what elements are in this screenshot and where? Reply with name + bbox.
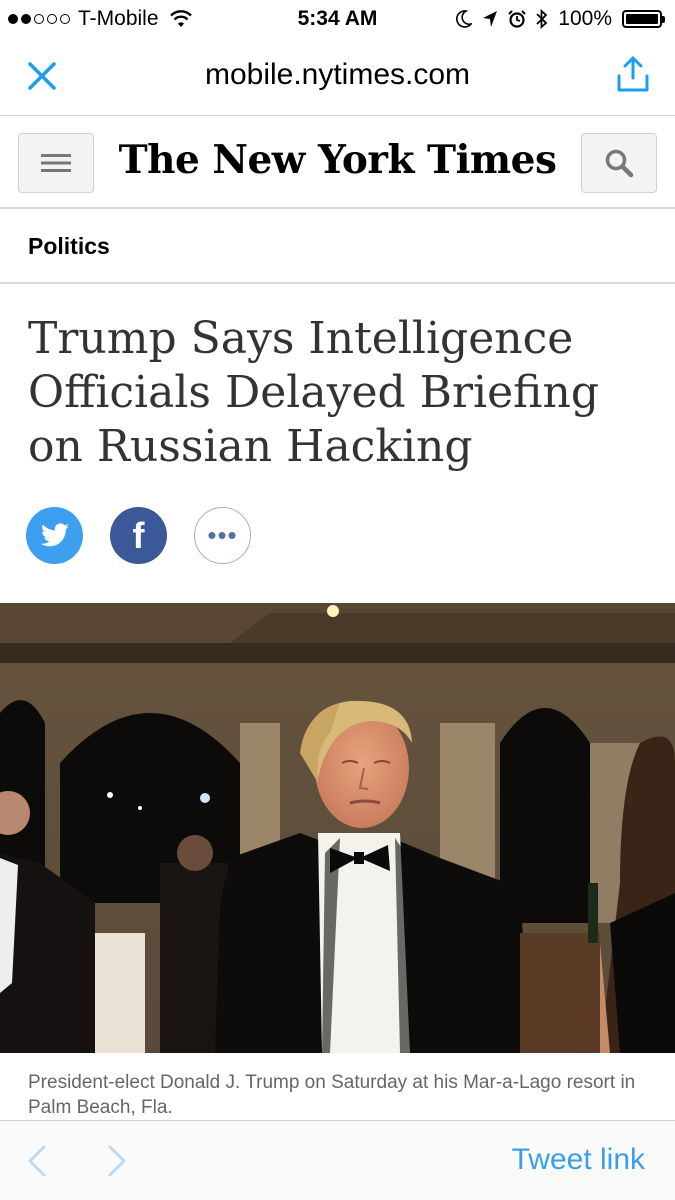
photo-caption: President-elect Donald J. Trump on Satur…: [28, 1072, 636, 1118]
article-headline: Trump Says Intelligence Officials Delaye…: [28, 313, 599, 472]
share-buttons: f •••: [26, 507, 251, 564]
forward-arrow-icon[interactable]: [104, 1143, 130, 1179]
status-right: 100%: [456, 7, 665, 31]
battery-icon: [622, 10, 665, 28]
url-text[interactable]: mobile.nytimes.com: [0, 58, 675, 92]
site-header: The New York Times: [0, 117, 675, 209]
nyt-logo[interactable]: The New York Times: [0, 137, 675, 183]
section-bar: Politics: [0, 209, 675, 284]
ellipsis-icon: •••: [207, 520, 238, 550]
bottom-toolbar: Tweet link: [0, 1120, 675, 1200]
section-label[interactable]: Politics: [28, 233, 110, 260]
bluetooth-icon: [536, 9, 548, 29]
back-arrow-icon[interactable]: [24, 1143, 50, 1179]
share-icon[interactable]: [615, 54, 651, 94]
tweet-link-button[interactable]: Tweet link: [512, 1143, 645, 1177]
browser-address-bar: mobile.nytimes.com: [0, 40, 675, 116]
search-button[interactable]: [581, 133, 657, 193]
article-photo[interactable]: [0, 603, 675, 1053]
twitter-share-button[interactable]: [26, 507, 83, 564]
facebook-icon: f: [132, 514, 145, 556]
search-icon: [605, 149, 634, 178]
status-bar: T-Mobile 5:34 AM 100%: [0, 0, 675, 40]
location-arrow-icon: [483, 11, 498, 27]
twitter-bird-icon: [40, 522, 69, 546]
alarm-icon: [508, 10, 526, 28]
photo-image: [0, 603, 675, 1053]
battery-percent: 100%: [558, 7, 612, 30]
facebook-share-button[interactable]: f: [110, 507, 167, 564]
more-share-options-button[interactable]: •••: [194, 507, 251, 564]
moon-icon: [456, 10, 473, 28]
